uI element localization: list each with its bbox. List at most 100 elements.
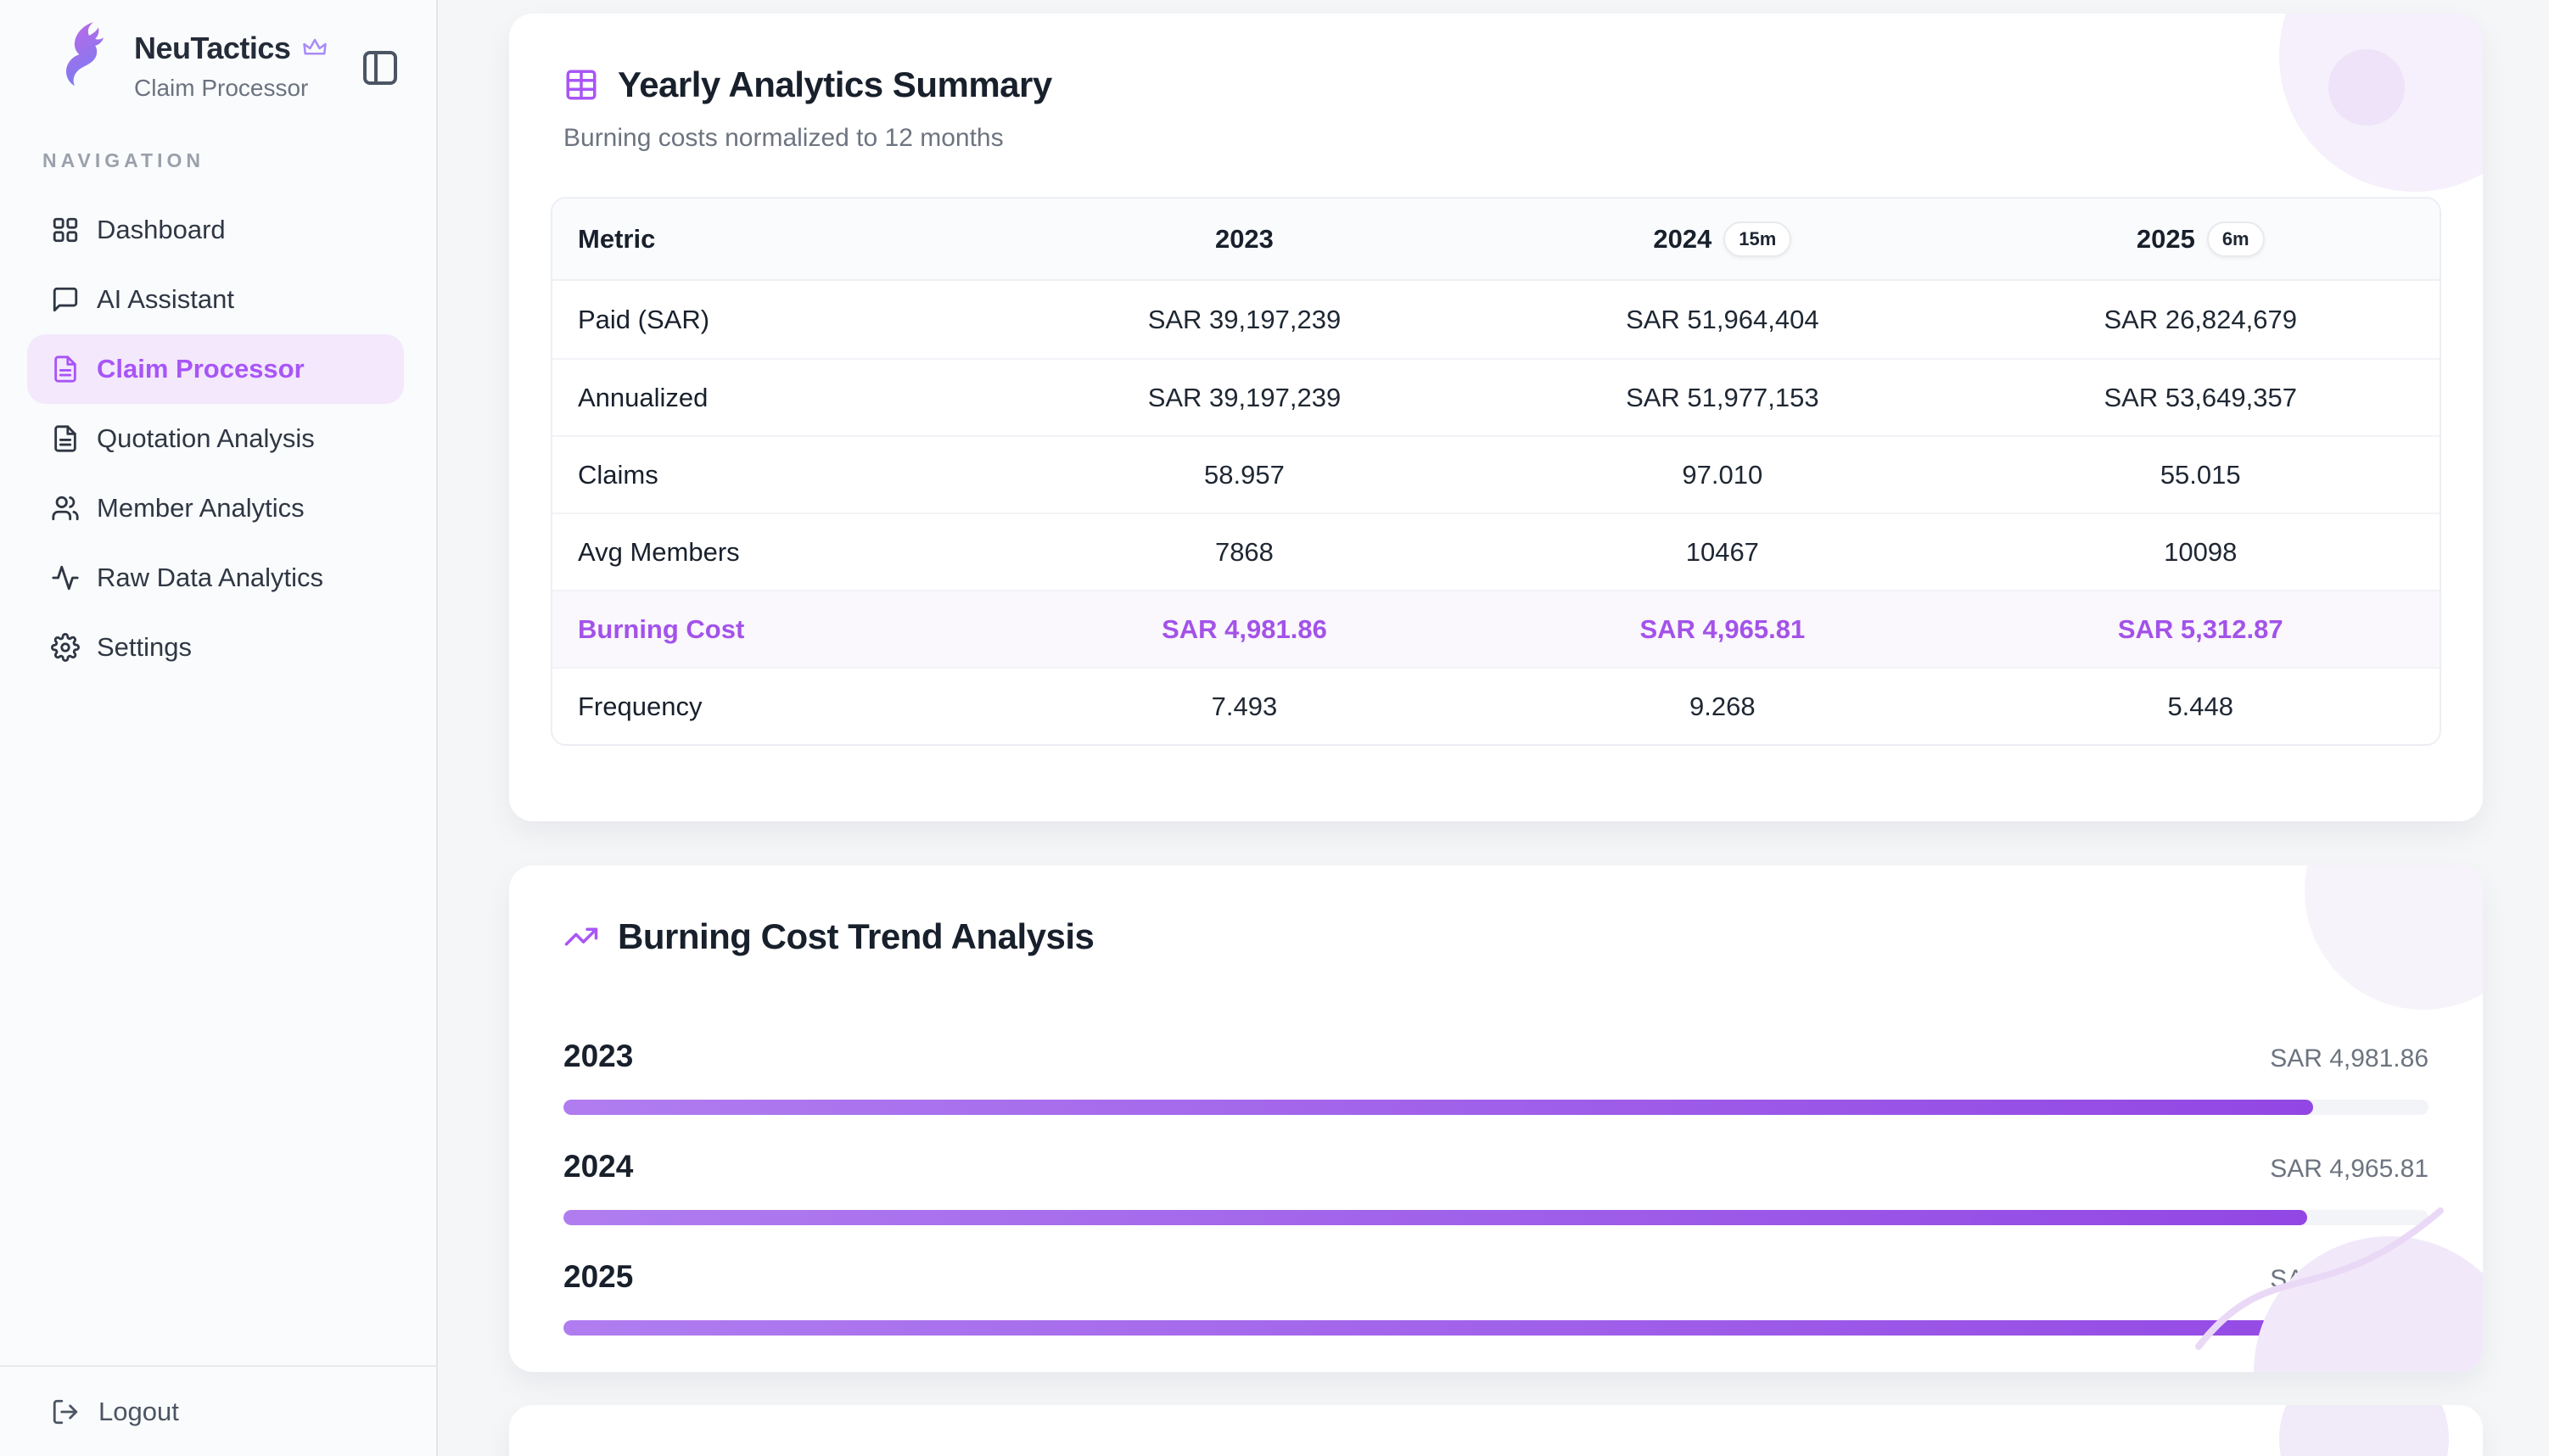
- value-cell: 10467: [1483, 537, 1961, 568]
- table-row-claims: Claims58.95797.01055.015: [552, 435, 2440, 512]
- logout-label: Logout: [98, 1397, 179, 1427]
- users-icon: [51, 494, 80, 523]
- trend-bar-row: 2023 SAR 4,981.86: [563, 1039, 2429, 1115]
- value-cell: SAR 5,312.87: [1962, 614, 2440, 645]
- crown-icon: [302, 36, 328, 61]
- column-header-metric: Metric: [552, 224, 1006, 255]
- trend-bar-fill: [563, 1320, 2429, 1336]
- column-header-label: Metric: [578, 224, 655, 255]
- table-row-burning-cost: Burning CostSAR 4,981.86SAR 4,965.81SAR …: [552, 590, 2440, 667]
- nav-item-label: Dashboard: [97, 215, 226, 245]
- trend-bar-track: [563, 1320, 2429, 1336]
- analytics-table: Metric2023202415m20256m Paid (SAR)SAR 39…: [551, 197, 2441, 746]
- settings-icon: [51, 633, 80, 662]
- trend-bar-chart: 2023 SAR 4,981.86 2024 SAR 4,965.81 2025…: [563, 1039, 2429, 1336]
- value-cell: 7.493: [1006, 692, 1483, 722]
- trend-bar-year: 2025: [563, 1259, 633, 1295]
- trend-bar-fill: [563, 1210, 2307, 1225]
- value-cell: 9.268: [1483, 692, 1961, 722]
- value-cell: SAR 51,977,153: [1483, 383, 1961, 413]
- trend-card-title: Burning Cost Trend Analysis: [618, 916, 1094, 957]
- sidebar: NeuTactics Claim Processor NAVIGATION Da…: [0, 0, 438, 1456]
- trending-up-icon: [563, 919, 599, 955]
- trend-bar-value: SAR 5,312.87: [2270, 1265, 2429, 1294]
- trend-bar-year: 2024: [563, 1149, 633, 1184]
- trend-bar-row: 2025 SAR 5,312.87: [563, 1259, 2429, 1336]
- file-text-icon: [51, 355, 80, 384]
- yearly-analytics-summary-card: Yearly Analytics Summary Burning costs n…: [509, 14, 2483, 821]
- brand-block: NeuTactics Claim Processor: [134, 31, 328, 102]
- brand-name: NeuTactics: [134, 31, 290, 66]
- metric-cell: Paid (SAR): [552, 305, 1006, 335]
- value-cell: 10098: [1962, 537, 2440, 568]
- sidebar-item-raw-data-analytics[interactable]: Raw Data Analytics: [27, 543, 404, 613]
- summary-card-subtitle: Burning costs normalized to 12 months: [563, 124, 2429, 153]
- trend-bar-track: [563, 1210, 2429, 1225]
- value-cell: 55.015: [1962, 460, 2440, 490]
- nav-item-label: Claim Processor: [97, 354, 305, 384]
- table-row-annualized: AnnualizedSAR 39,197,239SAR 51,977,153SA…: [552, 358, 2440, 435]
- sidebar-item-member-analytics[interactable]: Member Analytics: [27, 473, 404, 543]
- nav-item-label: Raw Data Analytics: [97, 563, 323, 593]
- column-header-label: 2025: [2137, 224, 2195, 255]
- log-out-icon: [51, 1397, 80, 1426]
- value-cell: SAR 39,197,239: [1006, 305, 1483, 335]
- value-cell: SAR 39,197,239: [1006, 383, 1483, 413]
- sidebar-item-dashboard[interactable]: Dashboard: [27, 195, 404, 265]
- trend-bar-fill: [563, 1100, 2313, 1115]
- table-icon: [563, 67, 599, 103]
- value-cell: SAR 4,965.81: [1483, 614, 1961, 645]
- sidebar-item-settings[interactable]: Settings: [27, 613, 404, 682]
- metric-cell: Avg Members: [552, 537, 1006, 568]
- table-row-paid-sar: Paid (SAR)SAR 39,197,239SAR 51,964,404SA…: [552, 281, 2440, 358]
- nav-item-label: AI Assistant: [97, 284, 234, 315]
- main-content: Yearly Analytics Summary Burning costs n…: [440, 0, 2549, 1456]
- metric-cell: Frequency: [552, 692, 1006, 722]
- burning-cost-trend-card: Burning Cost Trend Analysis 2023 SAR 4,9…: [509, 865, 2483, 1372]
- column-header-2024: 2024 15m: [1483, 221, 1961, 257]
- brand-subtitle: Claim Processor: [134, 75, 328, 102]
- metric-cell: Claims: [552, 460, 1006, 490]
- value-cell: 58.957: [1006, 460, 1483, 490]
- sidebar-item-claim-processor[interactable]: Claim Processor: [27, 334, 404, 404]
- message-square-icon: [51, 285, 80, 314]
- logout-button[interactable]: Logout: [0, 1365, 436, 1456]
- sidebar-item-ai-assistant[interactable]: AI Assistant: [27, 265, 404, 334]
- period-badge: 15m: [1723, 221, 1791, 257]
- nav-item-label: Quotation Analysis: [97, 423, 315, 454]
- value-cell: SAR 26,824,679: [1962, 305, 2440, 335]
- summary-card-title: Yearly Analytics Summary: [618, 64, 1052, 105]
- nav-item-label: Member Analytics: [97, 493, 305, 524]
- trend-bar-value: SAR 4,981.86: [2270, 1044, 2429, 1073]
- nav-section-label: NAVIGATION: [42, 149, 204, 172]
- table-row-frequency: Frequency7.4939.2685.448: [552, 667, 2440, 744]
- table-row-avg-members: Avg Members78681046710098: [552, 512, 2440, 590]
- column-header-label: 2024: [1653, 224, 1711, 255]
- nav-item-label: Settings: [97, 632, 192, 663]
- file-text-icon: [51, 424, 80, 453]
- trend-bar-row: 2024 SAR 4,965.81: [563, 1149, 2429, 1225]
- value-cell: SAR 51,964,404: [1483, 305, 1961, 335]
- trend-bar-year: 2023: [563, 1039, 633, 1074]
- value-cell: SAR 4,981.86: [1006, 614, 1483, 645]
- trend-bar-track: [563, 1100, 2429, 1115]
- table-header-row: Metric 2023 2024 15m 2025 6m: [552, 199, 2440, 281]
- value-cell: 97.010: [1483, 460, 1961, 490]
- column-header-label: 2023: [1215, 224, 1274, 255]
- sidebar-collapse-button[interactable]: [360, 48, 401, 88]
- value-cell: 5.448: [1962, 692, 2440, 722]
- metric-cell: Burning Cost: [552, 614, 1006, 645]
- decorative-blob: [2279, 1405, 2449, 1456]
- value-cell: SAR 53,649,357: [1962, 383, 2440, 413]
- period-badge: 6m: [2207, 221, 2265, 257]
- layout-grid-icon: [51, 216, 80, 244]
- trend-bar-value: SAR 4,965.81: [2270, 1155, 2429, 1184]
- partial-card: [509, 1405, 2483, 1456]
- neutactics-logo-icon: [53, 20, 112, 93]
- sidebar-nav: Dashboard AI Assistant Claim Processor Q…: [27, 195, 404, 682]
- sidebar-item-quotation-analysis[interactable]: Quotation Analysis: [27, 404, 404, 473]
- value-cell: 7868: [1006, 537, 1483, 568]
- activity-icon: [51, 563, 80, 592]
- column-header-2025: 2025 6m: [1962, 221, 2440, 257]
- metric-cell: Annualized: [552, 383, 1006, 413]
